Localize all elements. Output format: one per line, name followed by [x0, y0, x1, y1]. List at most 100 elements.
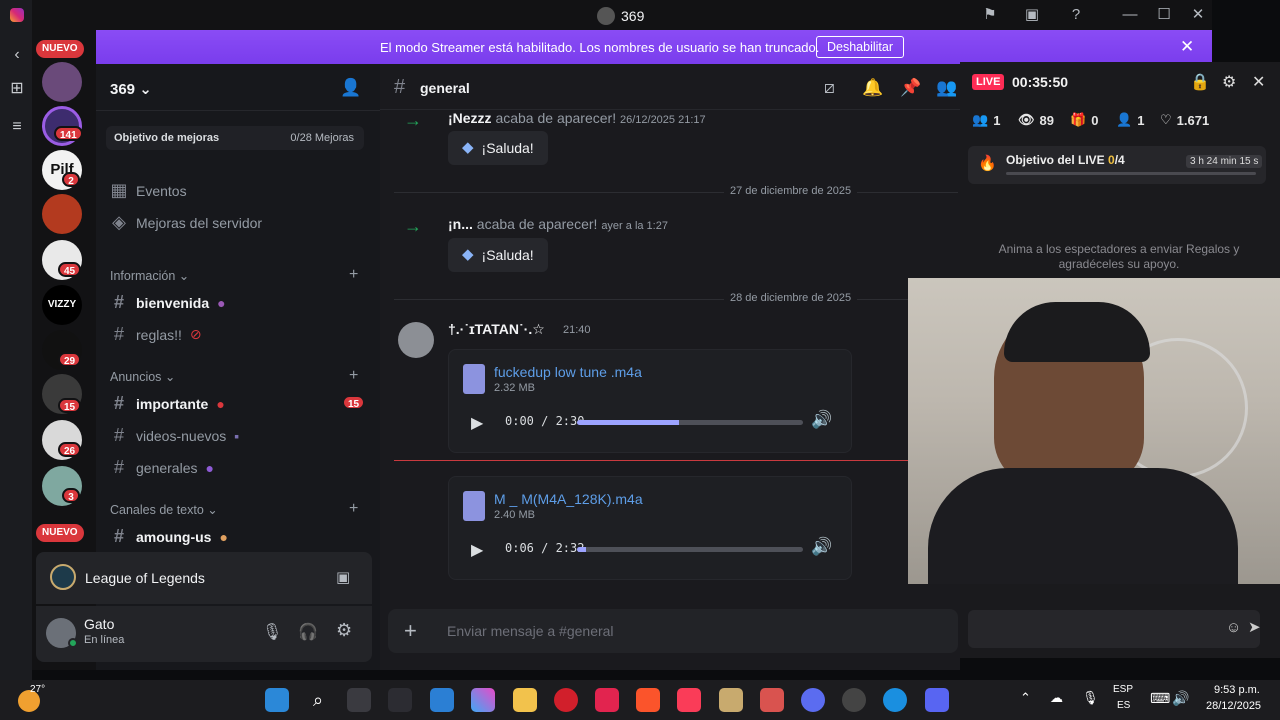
close-live-icon[interactable]: ✕	[1252, 72, 1265, 92]
volume-tray-icon[interactable]: 🔊	[1172, 690, 1189, 707]
server-boosts-item[interactable]: ◈ Mejoras del servidor	[110, 212, 262, 233]
channel-amoung-us[interactable]: # amoung-us ●	[110, 526, 228, 547]
app-icon[interactable]	[760, 688, 784, 712]
server-icon[interactable]	[42, 194, 82, 234]
instagram-icon[interactable]	[10, 8, 24, 22]
add-attachment-icon[interactable]: +	[404, 618, 417, 644]
stream-icon[interactable]: ▣	[336, 568, 350, 586]
server-icon[interactable]: VIZZY	[42, 285, 82, 325]
cloud-icon[interactable]: ☁	[1050, 690, 1063, 706]
category-texto[interactable]: Canales de texto ⌄	[110, 502, 218, 517]
invite-icon[interactable]: 👤	[340, 78, 361, 98]
audio-progress[interactable]	[577, 420, 803, 425]
live-comment-bar[interactable]: ☺	[968, 610, 1260, 648]
menu-icon[interactable]: ≡	[8, 118, 26, 136]
settings-gear-icon[interactable]: ⚙	[336, 620, 352, 641]
flag-icon[interactable]: ⚑	[980, 5, 1000, 25]
play-icon[interactable]: ▶	[471, 540, 483, 560]
league-icon[interactable]	[719, 688, 743, 712]
server-icon	[597, 7, 615, 25]
add-channel-icon[interactable]: +	[349, 266, 358, 284]
inbox-icon[interactable]: ▣	[1022, 5, 1042, 25]
server-icon[interactable]	[42, 62, 82, 102]
music-icon[interactable]	[677, 688, 701, 712]
language-indicator[interactable]: ESP	[1113, 684, 1133, 695]
purple-circle-icon: ●	[205, 459, 214, 476]
close-icon[interactable]: ✕	[1188, 5, 1208, 25]
store-icon[interactable]	[430, 688, 454, 712]
join-arrow-icon: →	[404, 216, 422, 236]
audio-progress[interactable]	[577, 547, 803, 552]
edge-icon[interactable]	[883, 688, 907, 712]
channel-bienvenida[interactable]: # bienvenida ●	[110, 292, 226, 313]
add-channel-icon[interactable]: +	[349, 367, 358, 385]
maximize-icon[interactable]: ☐	[1154, 5, 1174, 25]
headphones-icon[interactable]: 🎧	[298, 622, 318, 642]
help-icon[interactable]: ?	[1066, 5, 1086, 25]
tiktok-icon[interactable]	[595, 688, 619, 712]
brave-icon[interactable]	[636, 688, 660, 712]
banner-close-icon[interactable]: ✕	[1180, 37, 1194, 57]
network-icon[interactable]: ⌨	[1150, 690, 1170, 707]
message-input[interactable]: Enviar mensaje a #general	[447, 623, 614, 639]
tray-chevron-icon[interactable]: ⌃	[1020, 690, 1031, 706]
search-icon[interactable]: ⌕	[306, 688, 330, 712]
followers-stat: 👤 1	[1116, 112, 1145, 128]
weather-temp: 27°	[30, 684, 46, 695]
send-icon[interactable]: ➤	[1248, 618, 1261, 636]
activity-card[interactable]: League of Legends ▣	[36, 552, 372, 604]
settings-icon[interactable]: ⚙	[1222, 72, 1236, 92]
hash-icon: #	[113, 526, 124, 546]
server-name-header[interactable]: 369 ⌄	[110, 80, 152, 98]
channel-videos-nuevos[interactable]: # videos-nuevos ▪	[110, 425, 239, 446]
author-name[interactable]: †.·˙ɪTATAN˙·.☆	[448, 321, 545, 338]
obs-icon[interactable]	[842, 688, 866, 712]
channel-generales[interactable]: # generales ●	[110, 457, 214, 478]
opera-icon[interactable]	[554, 688, 578, 712]
channel-importante[interactable]: # importante ●	[110, 393, 225, 414]
live-goal-card[interactable]: 🔥 Objetivo del LIVE 0/4 3 h 24 min 15 s	[968, 146, 1266, 184]
copilot-icon[interactable]	[471, 688, 495, 712]
volume-icon[interactable]: 🔊	[811, 537, 832, 557]
events-item[interactable]: ▦ Eventos	[110, 180, 186, 201]
wave-button[interactable]: ◆ ¡Saluda!	[448, 238, 548, 272]
lock-icon[interactable]: 🔒	[1190, 72, 1210, 92]
person-cap	[1004, 302, 1150, 362]
attachment-filename[interactable]: fuckedup low tune .m4a	[494, 364, 642, 380]
bell-icon[interactable]: 🔔	[862, 78, 883, 98]
category-info[interactable]: Información ⌄	[110, 268, 189, 283]
game-icon	[50, 564, 76, 590]
disable-streamer-button[interactable]: Deshabilitar	[816, 36, 905, 58]
attachment-filename[interactable]: M _ M(M4A_128K).m4a	[494, 491, 643, 507]
app-icon[interactable]	[801, 688, 825, 712]
file-explorer-icon[interactable]	[513, 688, 537, 712]
volume-icon[interactable]: 🔊	[811, 410, 832, 430]
mention-badge: 29	[58, 352, 82, 367]
wave-button[interactable]: ◆ ¡Saluda!	[448, 131, 548, 165]
emoji-icon[interactable]: ☺	[1226, 619, 1241, 636]
pin-icon[interactable]: 📌	[900, 78, 921, 98]
back-arrow-icon[interactable]: ‹	[8, 46, 26, 64]
task-view-icon[interactable]	[347, 688, 371, 712]
mic-tray-icon[interactable]: 🎙	[1082, 690, 1099, 706]
clock-date: 28/12/2025	[1206, 700, 1262, 712]
hash-icon: #	[394, 76, 406, 98]
windows-start-icon[interactable]	[265, 688, 289, 712]
apps-grid-icon[interactable]: ⊞	[8, 80, 26, 98]
app-icon[interactable]	[388, 688, 412, 712]
minimize-icon[interactable]: —	[1120, 5, 1140, 25]
author-avatar[interactable]	[398, 322, 434, 358]
join-message: ¡Nezzz acaba de aparecer! 26/12/2025 21:…	[448, 110, 706, 126]
webcam-video	[908, 278, 1280, 584]
discord-icon[interactable]	[925, 688, 949, 712]
chat-area: # general ⧄ 🔔 📌 👥 → ¡Nezzz acaba de apar…	[380, 64, 960, 670]
clock-time[interactable]: 9:53 p.m.	[1214, 684, 1260, 696]
boost-goal[interactable]: Objetivo de mejoras 0/28 Mejoras	[106, 126, 364, 150]
play-icon[interactable]: ▶	[471, 413, 483, 433]
channel-reglas[interactable]: # reglas!! ⊘	[110, 324, 202, 345]
members-icon[interactable]: 👥	[936, 78, 957, 98]
category-anuncios[interactable]: Anuncios ⌄	[110, 369, 175, 384]
microphone-icon[interactable]: 🎙	[262, 622, 282, 642]
threads-icon[interactable]: ⧄	[824, 78, 835, 98]
add-channel-icon[interactable]: +	[349, 500, 358, 518]
